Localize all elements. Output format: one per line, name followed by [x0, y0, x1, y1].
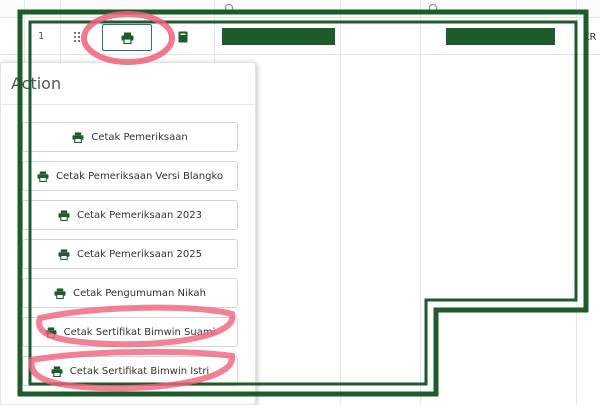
redacted-cell [222, 28, 335, 45]
drag-handle-icon[interactable] [72, 31, 82, 43]
printer-icon [37, 170, 49, 182]
print-examination-2023-button[interactable]: Cetak Pemeriksaan 2023 [22, 200, 238, 230]
button-label: Cetak Pemeriksaan 2025 [77, 248, 202, 260]
button-label: Cetak Pemeriksaan 2023 [77, 209, 202, 221]
print-marriage-announcement-button[interactable]: Cetak Pengumuman Nikah [22, 278, 238, 308]
button-label: Cetak Pengumuman Nikah [73, 287, 206, 299]
printer-icon [58, 209, 70, 221]
cell-text: KR [583, 32, 597, 43]
search-icon[interactable] [224, 3, 236, 15]
book-icon[interactable] [178, 31, 188, 43]
print-examination-blank-button[interactable]: Cetak Pemeriksaan Versi Blangko [22, 161, 238, 191]
print-button[interactable] [102, 24, 152, 51]
printer-icon [51, 365, 63, 377]
printer-icon [45, 326, 57, 338]
print-examination-2025-button[interactable]: Cetak Pemeriksaan 2025 [22, 239, 238, 269]
print-examination-button[interactable]: Cetak Pemeriksaan [22, 122, 238, 152]
filter-header-row [0, 0, 600, 18]
printer-icon [72, 131, 84, 143]
column-divider [576, 0, 577, 405]
action-panel: Action [0, 62, 256, 405]
row-number: 1 [38, 31, 45, 42]
column-divider [420, 0, 421, 405]
printer-icon [54, 287, 66, 299]
printer-icon [58, 248, 70, 260]
panel-title: Action [11, 74, 62, 93]
button-label: Cetak Pemeriksaan Versi Blangko [55, 170, 224, 182]
button-label: Cetak Sertifikat Bimwin Suami [63, 326, 216, 338]
column-divider [340, 0, 341, 405]
divider [1, 104, 255, 105]
print-bimwin-husband-certificate-button[interactable]: Cetak Sertifikat Bimwin Suami [22, 317, 238, 347]
redacted-cell [446, 28, 555, 45]
print-bimwin-wife-certificate-button[interactable]: Cetak Sertifikat Bimwin Istri [22, 356, 238, 386]
printer-icon [121, 32, 133, 44]
button-label: Cetak Pemeriksaan [91, 131, 188, 143]
button-label: Cetak Sertifikat Bimwin Istri [69, 365, 210, 377]
search-icon[interactable] [428, 3, 440, 15]
